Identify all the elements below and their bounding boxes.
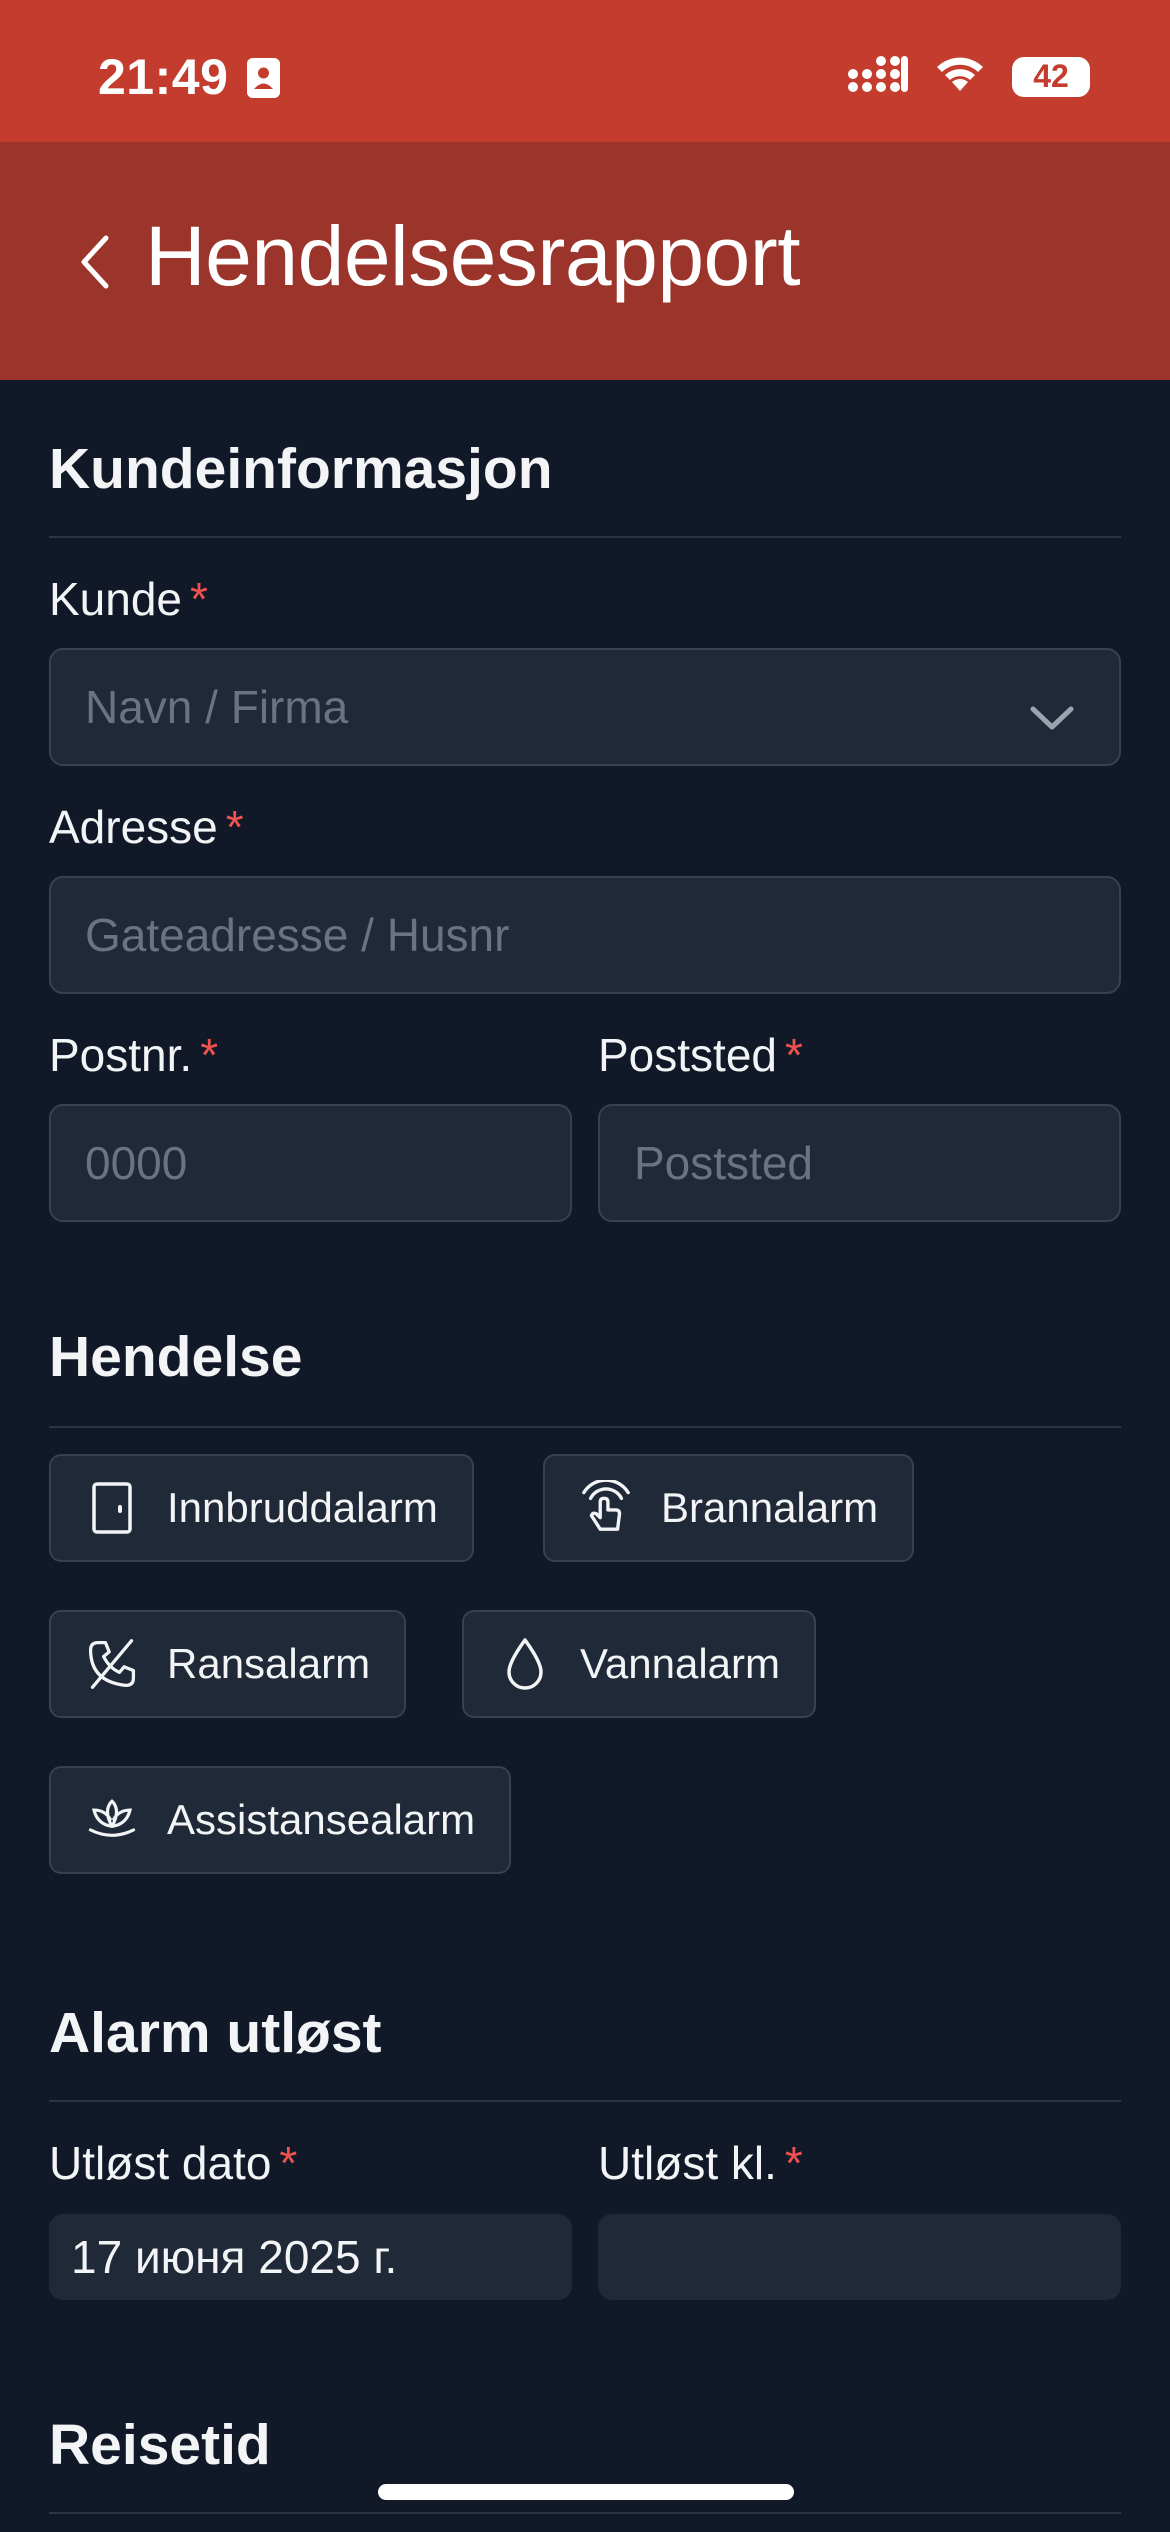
utlost-dato-label-text: Utløst dato [49, 2137, 272, 2189]
navigation-header: Hendelsesrapport [0, 142, 1170, 380]
utlost-kl-label: Utløst kl. * [598, 2136, 803, 2190]
status-time: 21:49 [98, 49, 229, 105]
alarm-touch-icon [579, 1480, 633, 1535]
adresse-placeholder: Gateadresse / Husnr [85, 909, 510, 961]
kunde-label: Kunde * [49, 572, 208, 626]
section-divider [49, 2512, 1121, 2514]
door-icon [85, 1481, 139, 1535]
section-divider [49, 536, 1121, 538]
event-option-label: Vannalarm [580, 1640, 780, 1687]
required-marker: * [190, 573, 208, 625]
utlost-kl-picker[interactable] [598, 2214, 1121, 2300]
contact-card-icon [247, 58, 280, 98]
event-option-ransalarm[interactable]: Ransalarm [49, 1610, 407, 1718]
event-option-innbruddalarm[interactable]: Innbruddalarm [49, 1454, 474, 1562]
required-marker: * [279, 2137, 298, 2189]
battery-icon: 42 [1012, 56, 1090, 97]
event-option-vannalarm[interactable]: Vannalarm [462, 1610, 816, 1718]
event-option-label: Ransalarm [167, 1640, 371, 1687]
poststed-placeholder: Poststed [634, 1137, 813, 1189]
phone-slash-icon [85, 1637, 139, 1691]
utlost-kl-label-text: Utløst kl. [598, 2137, 777, 2189]
section-divider [49, 2100, 1121, 2102]
section-title-alarm: Alarm utløst [49, 2001, 382, 2065]
chevron-down-icon [1029, 690, 1075, 744]
back-button[interactable] [70, 222, 120, 302]
page-title: Hendelsesrapport [145, 209, 801, 303]
required-marker: * [200, 1029, 219, 1081]
postnr-input[interactable]: 0000 [49, 1104, 572, 1222]
battery-level: 42 [1033, 58, 1069, 94]
poststed-label-text: Poststed [598, 1029, 777, 1081]
required-marker: * [225, 801, 244, 853]
postnr-label-text: Postnr. [49, 1029, 193, 1081]
event-option-label: Innbruddalarm [167, 1484, 438, 1531]
cellular-signal-icon [848, 54, 908, 99]
postnr-label: Postnr. * [49, 1028, 218, 1082]
wifi-icon [934, 55, 986, 98]
adresse-input[interactable]: Gateadresse / Husnr [49, 876, 1121, 994]
adresse-label-text: Adresse [49, 801, 218, 853]
kunde-label-text: Kunde [49, 573, 183, 625]
kunde-select[interactable]: Navn / Firma [49, 648, 1121, 766]
event-option-brannalarm[interactable]: Brannalarm [543, 1454, 915, 1562]
section-divider [49, 1426, 1121, 1428]
kunde-placeholder: Navn / Firma [85, 681, 349, 733]
required-marker: * [784, 2137, 803, 2189]
postnr-placeholder: 0000 [85, 1137, 188, 1189]
utlost-dato-value: 17 июня 2025 г. [71, 2231, 398, 2283]
poststed-label: Poststed * [598, 1028, 803, 1082]
utlost-dato-label: Utløst dato * [49, 2136, 297, 2190]
poststed-input[interactable]: Poststed [598, 1104, 1121, 1222]
water-drop-icon [498, 1637, 552, 1691]
utlost-dato-picker[interactable]: 17 июня 2025 г. [49, 2214, 572, 2300]
section-title-event: Hendelse [49, 1325, 303, 1389]
status-bar: 21:49 42 [0, 0, 1170, 142]
lotus-icon [85, 1793, 139, 1847]
event-option-label: Assistansealarm [167, 1796, 476, 1843]
adresse-label: Adresse * [49, 800, 244, 854]
section-title-travel: Reisetid [49, 2413, 271, 2477]
event-option-assistansealarm[interactable]: Assistansealarm [49, 1766, 512, 1874]
required-marker: * [785, 1029, 803, 1081]
event-option-label: Brannalarm [661, 1484, 879, 1531]
home-indicator[interactable] [378, 2484, 794, 2500]
chevron-left-icon [81, 235, 109, 289]
section-title-customer: Kundeinformasjon [49, 437, 553, 501]
